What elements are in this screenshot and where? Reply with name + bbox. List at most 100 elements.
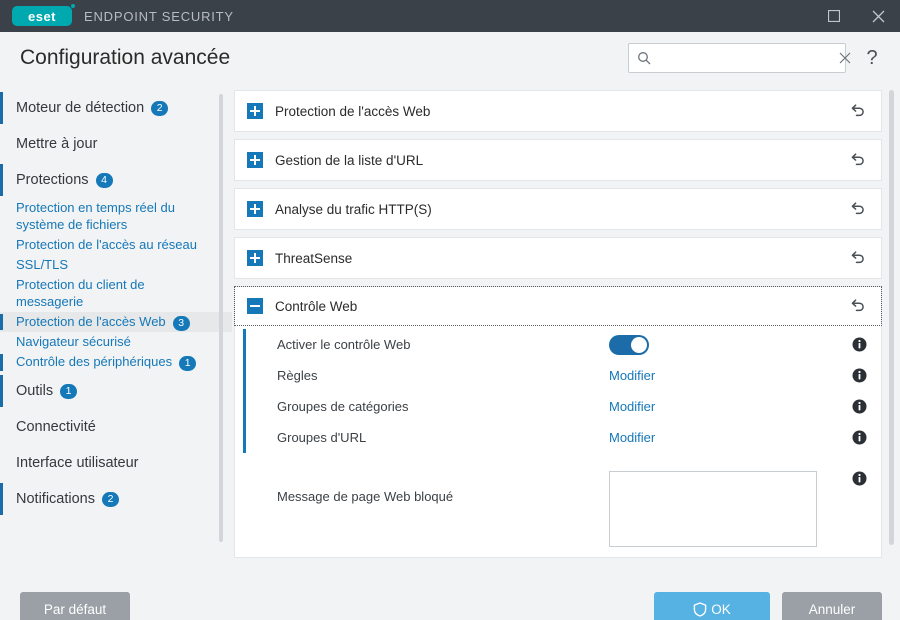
modify-link[interactable]: Modifier [609,399,655,414]
expand-plus-icon[interactable] [247,103,263,119]
sidebar-item-label: Connectivité [16,418,96,436]
sidebar-item-label: Protection de l'accès au réseau [16,237,197,253]
section-title: Protection de l'accès Web [275,104,430,119]
blocked-message-textarea[interactable] [609,471,817,547]
blocked-message-label: Message de page Web bloqué [277,471,453,504]
sidebar-item-label: Protection du client de messagerie [16,277,205,310]
setting-control [609,335,839,355]
section-header[interactable]: ThreatSense [235,238,881,278]
page-title: Configuration avancée [20,46,230,70]
help-button[interactable]: ? [862,47,882,70]
sidebar-item-1[interactable]: Mettre à jour [0,126,232,162]
sidebar-item-label: Protection en temps réel du système de f… [16,200,205,233]
sidebar-item-6[interactable]: Protection du client de messagerie [0,275,232,312]
section-title: Contrôle Web [275,299,357,314]
sidebar-item-11[interactable]: Connectivité [0,409,232,445]
search-icon [637,51,651,65]
section-card-0: Protection de l'accès Web [234,90,882,132]
revert-icon[interactable] [849,297,867,315]
section-header[interactable]: Analyse du trafic HTTP(S) [235,189,881,229]
sidebar-item-badge: 4 [96,173,113,188]
section-card-2: Analyse du trafic HTTP(S) [234,188,882,230]
sidebar-item-accent [0,354,3,370]
sidebar-item-7[interactable]: Protection de l'accès Web3 [0,312,232,332]
row-accent [243,329,246,360]
section-title: Analyse du trafic HTTP(S) [275,202,432,217]
setting-row: Groupes d'URLModifier [235,422,881,453]
setting-label: Activer le contrôle Web [277,337,410,352]
sidebar-item-badge: 2 [102,492,119,507]
content-panel: Protection de l'accès Web Gestion de la l… [232,84,900,578]
section-header[interactable]: Protection de l'accès Web [235,91,881,131]
product-name: ENDPOINT SECURITY [84,9,234,24]
sidebar-item-10[interactable]: Outils1 [0,373,232,409]
search-box[interactable] [628,43,846,73]
sidebar-item-label: Contrôle des périphériques [16,354,172,370]
section-title: Gestion de la liste d'URL [275,153,423,168]
section-card-expanded: Contrôle WebActiver le contrôle WebRègle… [234,286,882,558]
sidebar-item-0[interactable]: Moteur de détection2 [0,90,232,126]
revert-icon[interactable] [849,249,867,267]
expand-plus-icon[interactable] [247,201,263,217]
blocked-message-control [609,471,839,547]
sidebar-item-5[interactable]: SSL/TLS [0,255,232,275]
sidebar-nav: Moteur de détection2Mettre à jourProtect… [0,90,232,517]
maximize-icon[interactable] [812,0,856,32]
eset-logo-text: eset [28,10,56,23]
sidebar-item-label: Moteur de détection [16,99,144,117]
sidebar-item-12[interactable]: Interface utilisateur [0,445,232,481]
settings-cards: Protection de l'accès Web Gestion de la l… [232,90,900,558]
row-accent [243,422,246,453]
enable-web-control-toggle[interactable] [609,335,649,355]
sidebar-item-8[interactable]: Navigateur sécurisé [0,332,232,352]
revert-icon[interactable] [849,102,867,120]
sidebar-item-13[interactable]: Notifications2 [0,481,232,517]
sidebar-item-label: Protections [16,171,89,189]
info-icon[interactable] [851,430,867,445]
sidebar-item-label: Outils [16,382,53,400]
collapse-minus-icon[interactable] [247,298,263,314]
content-scrollbar[interactable] [889,90,894,545]
section-title: ThreatSense [275,251,352,266]
section-header[interactable]: Contrôle Web [234,286,882,326]
sidebar-item-label: Navigateur sécurisé [16,334,131,350]
sidebar-item-accent [0,92,3,124]
footer: Par défaut OK Annuler [0,578,900,620]
sidebar-item-9[interactable]: Contrôle des périphériques1 [0,352,232,372]
revert-icon[interactable] [849,200,867,218]
sidebar-item-label: Protection de l'accès Web [16,314,166,330]
sidebar-scrollbar[interactable] [219,94,223,542]
title-bar: eset ENDPOINT SECURITY [0,0,900,32]
sidebar-item-3[interactable]: Protection en temps réel du système de f… [0,198,232,235]
sidebar-item-4[interactable]: Protection de l'accès au réseau [0,235,232,255]
row-accent [243,360,246,391]
body: Moteur de détection2Mettre à jourProtect… [0,84,900,578]
info-icon[interactable] [851,368,867,383]
section-header[interactable]: Gestion de la liste d'URL [235,140,881,180]
close-icon[interactable] [856,0,900,32]
search-input[interactable] [657,51,833,66]
eset-logo: eset [12,6,72,26]
sidebar: Moteur de détection2Mettre à jourProtect… [0,84,232,578]
info-icon[interactable] [851,337,867,352]
expand-plus-icon[interactable] [247,250,263,266]
modify-link[interactable]: Modifier [609,368,655,383]
default-button[interactable]: Par défaut [20,592,130,620]
cancel-button[interactable]: Annuler [782,592,882,620]
header-actions: ? [628,43,882,73]
section-card-1: Gestion de la liste d'URL [234,139,882,181]
sidebar-item-label: SSL/TLS [16,257,68,273]
modify-link[interactable]: Modifier [609,430,655,445]
setting-control: Modifier [609,399,839,414]
info-icon[interactable] [851,399,867,414]
clear-search-icon[interactable] [839,52,851,64]
info-icon[interactable] [851,471,867,486]
revert-icon[interactable] [849,151,867,169]
ok-button[interactable]: OK [654,592,770,620]
section-card-3: ThreatSense [234,237,882,279]
blocked-message-row: Message de page Web bloqué [235,453,881,549]
sidebar-item-2[interactable]: Protections 4 [0,162,232,198]
expand-plus-icon[interactable] [247,152,263,168]
setting-row: Groupes de catégoriesModifier [235,391,881,422]
sidebar-item-accent [0,375,3,407]
